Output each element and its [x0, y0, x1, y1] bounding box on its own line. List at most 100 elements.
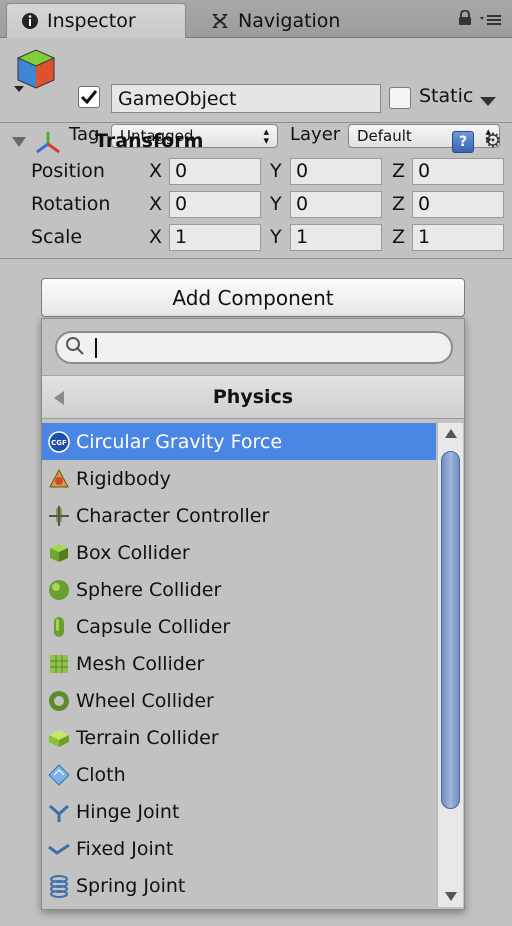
position-label: Position [31, 160, 105, 182]
rotation-label: Rotation [31, 193, 111, 215]
static-checkbox[interactable] [389, 87, 411, 109]
list-item-label: Rigidbody [76, 467, 171, 490]
list-item-wheel-collider[interactable]: Wheel Collider [42, 682, 436, 719]
list-item-label: Hinge Joint [76, 800, 180, 823]
fixed-joint-icon [46, 836, 72, 862]
axis-x-label: X [149, 193, 163, 215]
tab-navigation[interactable]: Navigation [196, 3, 366, 38]
list-item-label: Wheel Collider [76, 689, 214, 712]
position-z-field[interactable]: 0 [412, 158, 504, 185]
divider [0, 122, 512, 123]
list-item-label: Fixed Joint [76, 837, 174, 860]
box-collider-icon [46, 540, 72, 566]
scroll-down-icon[interactable] [445, 892, 457, 901]
axis-y-label: Y [270, 226, 282, 248]
layer-label: Layer [290, 124, 341, 145]
scale-z-field[interactable]: 1 [412, 224, 504, 251]
category-header: Physics [42, 375, 464, 419]
list-item-label: Capsule Collider [76, 615, 231, 638]
list-item-cloth[interactable]: Cloth [42, 756, 436, 793]
wheel-collider-icon [46, 688, 72, 714]
updown-icon: ▴ ▾ [263, 125, 269, 147]
mesh-collider-icon [46, 651, 72, 677]
list-item-label: Sphere Collider [76, 578, 222, 601]
scale-x-field[interactable]: 1 [169, 224, 261, 251]
axis-y-label: Y [270, 193, 282, 215]
transform-title: Transform [95, 130, 204, 152]
list-item-label: Mesh Collider [76, 652, 205, 675]
rotation-x-field[interactable]: 0 [169, 191, 261, 218]
component-list: CGF Circular Gravity Force Rigidbody Cha… [42, 423, 436, 904]
lock-icon[interactable] [458, 9, 472, 30]
list-item-hinge-joint[interactable]: Hinge Joint [42, 793, 436, 830]
tab-inspector[interactable]: Inspector [6, 3, 186, 38]
list-item-sphere-collider[interactable]: Sphere Collider [42, 571, 436, 608]
svg-text:CGF: CGF [51, 439, 67, 447]
list-item-circular-gravity-force[interactable]: CGF Circular Gravity Force [42, 423, 436, 460]
capsule-collider-icon [46, 614, 72, 640]
foldout-arrow-icon[interactable] [12, 137, 26, 147]
axis-x-label: X [149, 226, 163, 248]
text-cursor [95, 337, 97, 358]
rotation-z-field[interactable]: 0 [412, 191, 504, 218]
search-input[interactable] [55, 331, 453, 364]
position-y-field[interactable]: 0 [290, 158, 382, 185]
sphere-collider-icon [46, 577, 72, 603]
search-icon [65, 336, 85, 360]
axis-z-label: Z [392, 160, 406, 182]
transform-icon [34, 130, 62, 160]
scroll-up-icon[interactable] [445, 429, 457, 438]
character-controller-icon [46, 503, 72, 529]
list-item-rigidbody[interactable]: Rigidbody [42, 460, 436, 497]
list-item-spring-joint[interactable]: Spring Joint [42, 867, 436, 904]
terrain-collider-icon [46, 725, 72, 751]
info-icon [21, 12, 39, 30]
cloth-icon [46, 762, 72, 788]
category-title: Physics [212, 386, 294, 408]
layer-value: Default [357, 127, 412, 145]
list-item-fixed-joint[interactable]: Fixed Joint [42, 830, 436, 867]
static-dropdown-icon[interactable] [480, 92, 496, 111]
list-item-terrain-collider[interactable]: Terrain Collider [42, 719, 436, 756]
add-component-button[interactable]: Add Component [41, 278, 465, 317]
help-icon[interactable]: ? [452, 131, 474, 153]
list-item-mesh-collider[interactable]: Mesh Collider [42, 645, 436, 682]
static-label: Static [419, 85, 474, 107]
axis-z-label: Z [392, 226, 406, 248]
gameobject-name-field[interactable]: GameObject [111, 84, 381, 113]
active-checkbox[interactable] [78, 86, 100, 108]
layer-dropdown[interactable]: Default ▴ ▾ [348, 124, 500, 148]
cgf-icon: CGF [46, 429, 72, 455]
divider [0, 258, 512, 259]
axis-x-label: X [149, 160, 163, 182]
axis-y-label: Y [270, 160, 282, 182]
list-item-label: Box Collider [76, 541, 190, 564]
tab-inspector-label: Inspector [47, 10, 136, 32]
scale-label: Scale [31, 226, 83, 248]
list-item-label: Cloth [76, 763, 126, 786]
list-item-capsule-collider[interactable]: Capsule Collider [42, 608, 436, 645]
spring-joint-icon [46, 873, 72, 899]
axis-z-label: Z [392, 193, 406, 215]
list-item-character-controller[interactable]: Character Controller [42, 497, 436, 534]
gameobject-header: GameObject Static Tag Untagged ▴ ▾ Layer … [0, 38, 512, 148]
list-item-box-collider[interactable]: Box Collider [42, 534, 436, 571]
rotation-y-field[interactable]: 0 [290, 191, 382, 218]
list-item-label: Circular Gravity Force [76, 430, 283, 453]
hinge-joint-icon [46, 799, 72, 825]
list-item-label: Character Controller [76, 504, 270, 527]
list-scrollbar[interactable] [437, 423, 463, 907]
scrollbar-thumb[interactable] [441, 451, 460, 809]
list-item-label: Terrain Collider [76, 726, 219, 749]
panel-menu-icon[interactable] [480, 11, 502, 30]
tab-navigation-label: Navigation [238, 9, 341, 32]
gameobject-icon [14, 46, 60, 100]
add-component-dropdown: Physics CGF Circular Gravity Force Rigid… [41, 318, 465, 910]
tab-bar: Inspector Navigation [0, 0, 512, 38]
navigation-icon [210, 12, 230, 30]
list-item-label: Spring Joint [76, 874, 186, 897]
scale-y-field[interactable]: 1 [290, 224, 382, 251]
gear-icon[interactable]: ⚙ [484, 128, 502, 152]
position-x-field[interactable]: 0 [169, 158, 261, 185]
rigidbody-icon [46, 466, 72, 492]
